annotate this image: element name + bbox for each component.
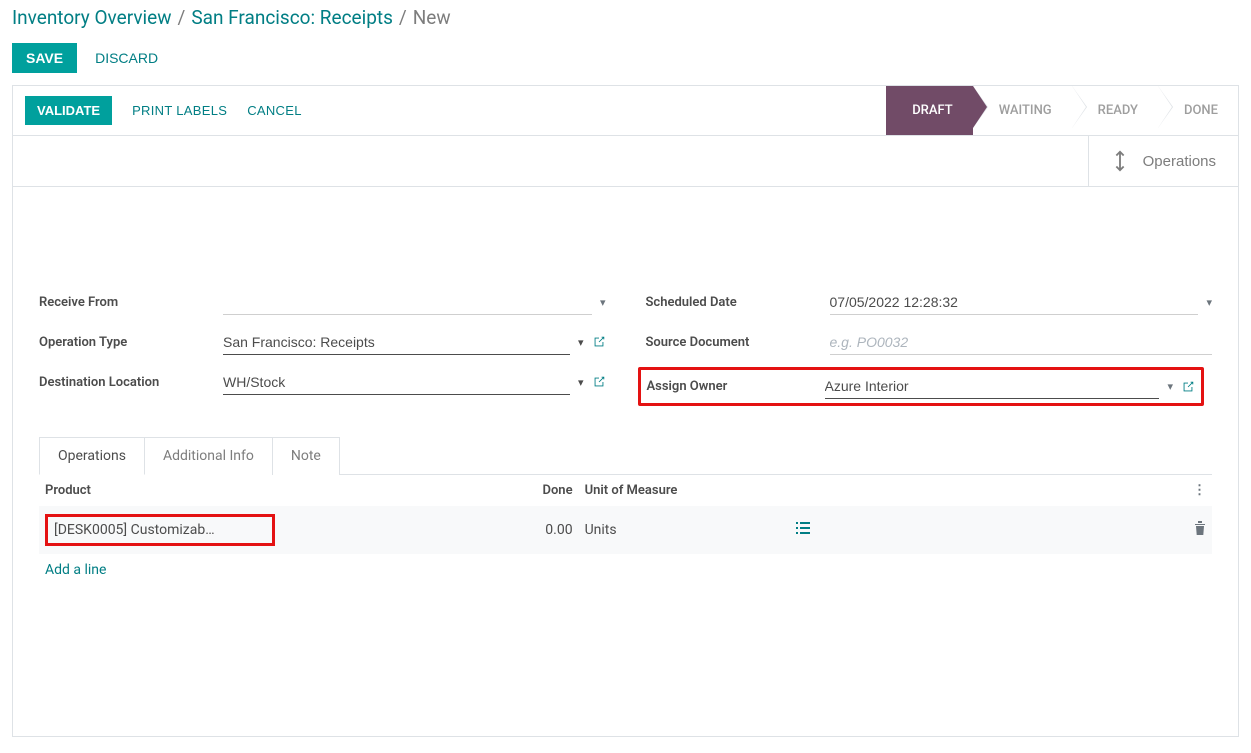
updown-arrow-icon: [1111, 150, 1129, 172]
breadcrumb-level1[interactable]: Inventory Overview: [12, 6, 172, 29]
input-source-doc[interactable]: [830, 330, 1213, 355]
tabs: Operations Additional Info Note: [39, 437, 1212, 474]
action-bar: SAVE DISCARD: [12, 35, 1239, 85]
table-row[interactable]: [DESK0005] Customizab… 0.00 Units: [39, 506, 1212, 554]
add-line-row: Add a line: [39, 554, 1212, 586]
chevron-down-icon[interactable]: ▾: [1206, 296, 1212, 309]
label-destination: Destination Location: [39, 375, 223, 390]
chevron-down-icon[interactable]: ▾: [578, 376, 584, 389]
breadcrumb-sep: /: [399, 6, 407, 29]
breadcrumb-sep: /: [178, 6, 186, 29]
discard-button[interactable]: DISCARD: [95, 50, 158, 66]
tab-note[interactable]: Note: [273, 437, 340, 475]
field-source-doc: Source Document: [646, 327, 1213, 357]
cell-product[interactable]: [DESK0005] Customizab…: [54, 522, 215, 538]
field-receive-from: Receive From ▾: [39, 287, 606, 317]
operations-stat-button[interactable]: Operations: [1088, 136, 1238, 186]
label-receive-from: Receive From: [39, 295, 223, 310]
field-destination: Destination Location ▾: [39, 367, 606, 397]
field-scheduled: Scheduled Date ▾: [646, 287, 1213, 317]
external-link-icon[interactable]: [592, 375, 606, 389]
breadcrumb-current: New: [413, 6, 451, 29]
list-icon[interactable]: [796, 522, 810, 538]
input-destination[interactable]: [223, 370, 570, 395]
label-operation-type: Operation Type: [39, 335, 223, 350]
breadcrumb-level2[interactable]: San Francisco: Receipts: [191, 6, 393, 29]
field-operation-type: Operation Type ▾: [39, 327, 606, 357]
label-source-doc: Source Document: [646, 335, 830, 350]
input-scheduled[interactable]: [830, 290, 1199, 315]
cancel-button[interactable]: CANCEL: [247, 103, 302, 118]
trash-icon[interactable]: [1194, 523, 1206, 539]
chevron-down-icon[interactable]: ▾: [1167, 380, 1173, 393]
kebab-icon[interactable]: ⋮: [1193, 483, 1206, 498]
add-line-button[interactable]: Add a line: [45, 562, 106, 578]
save-button[interactable]: SAVE: [12, 43, 77, 73]
input-receive-from[interactable]: [223, 290, 592, 315]
input-assign-owner[interactable]: [825, 374, 1160, 399]
print-labels-button[interactable]: PRINT LABELS: [132, 103, 227, 118]
status-draft[interactable]: DRAFT: [886, 86, 973, 135]
breadcrumb: Inventory Overview / San Francisco: Rece…: [12, 0, 1239, 35]
cell-done[interactable]: 0.00: [508, 506, 578, 554]
col-uom: Unit of Measure: [579, 475, 790, 506]
external-link-icon[interactable]: [1181, 380, 1195, 394]
label-scheduled: Scheduled Date: [646, 295, 830, 310]
form-sheet: VALIDATE PRINT LABELS CANCEL DRAFT WAITI…: [12, 85, 1239, 737]
tab-operations[interactable]: Operations: [39, 437, 145, 475]
chevron-down-icon[interactable]: ▾: [578, 336, 584, 349]
toolbar-row: VALIDATE PRINT LABELS CANCEL DRAFT WAITI…: [13, 86, 1238, 136]
cell-uom[interactable]: Units: [579, 506, 790, 554]
label-assign-owner: Assign Owner: [647, 379, 825, 394]
input-operation-type[interactable]: [223, 330, 570, 355]
operations-stat-label: Operations: [1143, 153, 1216, 170]
col-done: Done: [508, 475, 578, 506]
validate-button[interactable]: VALIDATE: [25, 96, 112, 125]
status-bar: DRAFT WAITING READY DONE: [886, 86, 1238, 135]
tab-additional-info[interactable]: Additional Info: [145, 437, 273, 475]
col-product: Product: [39, 475, 508, 506]
chevron-down-icon[interactable]: ▾: [600, 296, 606, 309]
operations-table: Product Done Unit of Measure ⋮ [DESK0005…: [39, 475, 1212, 586]
external-link-icon[interactable]: [592, 335, 606, 349]
highlight-product-cell: [DESK0005] Customizab…: [45, 514, 275, 546]
highlight-assign-owner: Assign Owner ▾: [638, 367, 1205, 406]
